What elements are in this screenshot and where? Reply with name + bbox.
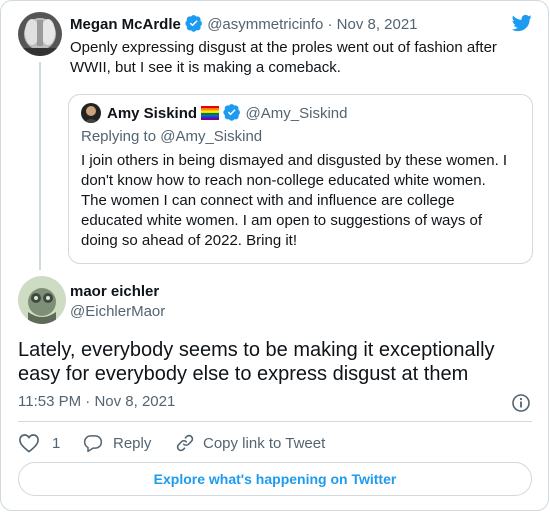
author-handle[interactable]: @asymmetricinfo bbox=[207, 16, 323, 33]
author-name[interactable]: Megan McArdle bbox=[70, 16, 181, 33]
main-tweet-text: Lately, everybody seems to be making it … bbox=[18, 338, 528, 386]
replying-to-handle[interactable]: @Amy_Siskind bbox=[160, 128, 262, 145]
text-line: I join others in being dismayed and disg… bbox=[81, 152, 508, 169]
divider bbox=[18, 421, 532, 422]
reply-button[interactable]: Reply bbox=[83, 432, 151, 454]
twitter-bird-icon[interactable] bbox=[510, 13, 534, 33]
tweet-timestamp[interactable]: 11:53 PM · Nov 8, 2021 bbox=[18, 392, 175, 412]
author-handle[interactable]: @EichlerMaor bbox=[70, 302, 165, 322]
text-line: doing so ahead of 2022. Bring it! bbox=[81, 232, 297, 249]
replying-to: Replying to @Amy_Siskind bbox=[81, 127, 262, 147]
author-name: Amy Siskind bbox=[107, 105, 198, 122]
tweet-date[interactable]: Nov 8, 2021 bbox=[337, 16, 418, 33]
heart-icon bbox=[19, 434, 39, 453]
link-icon bbox=[176, 434, 194, 452]
main-tweet-header: maor eichler @EichlerMaor bbox=[70, 282, 165, 322]
reply-label: Reply bbox=[113, 434, 152, 452]
avatar bbox=[81, 103, 101, 123]
avatar[interactable] bbox=[18, 276, 66, 324]
info-icon[interactable] bbox=[511, 393, 531, 413]
verified-badge-icon bbox=[185, 15, 202, 32]
copy-link-label: Copy link to Tweet bbox=[203, 434, 326, 452]
avatar-icon bbox=[81, 103, 101, 123]
author-name[interactable]: maor eichler bbox=[70, 282, 165, 302]
text-line: Lately, everybody seems to be making it … bbox=[18, 339, 495, 361]
like-count: 1 bbox=[52, 434, 61, 452]
text-line: educated white women. I am open to sugge… bbox=[81, 212, 483, 229]
nested-quote-text: I join others in being dismayed and disg… bbox=[81, 151, 507, 251]
text-line: Openly expressing disgust at the proles … bbox=[70, 39, 497, 56]
quoted-tweet-header: Megan McArdle @asymmetricinfo · Nov 8, 2… bbox=[70, 14, 418, 35]
text-line: easy for everybody else to express disgu… bbox=[18, 363, 469, 385]
nested-quote-header: Amy Siskind @Amy_Siskind bbox=[107, 103, 347, 124]
text-line: WWII, but I see it is making a comeback. bbox=[70, 59, 341, 76]
tweet-time[interactable]: 11:53 PM bbox=[18, 393, 81, 410]
avatar-icon bbox=[18, 276, 66, 324]
like-button[interactable]: 1 bbox=[18, 432, 60, 454]
explore-twitter-button[interactable]: Explore what's happening on Twitter bbox=[18, 462, 532, 496]
separator: · bbox=[327, 16, 333, 33]
verified-badge-icon bbox=[223, 104, 241, 121]
author-handle: @Amy_Siskind bbox=[245, 105, 348, 122]
quoted-tweet-text: Openly expressing disgust at the proles … bbox=[70, 38, 497, 78]
copy-link-button[interactable]: Copy link to Tweet bbox=[175, 432, 325, 454]
separator: · bbox=[85, 393, 91, 410]
avatar-hands-over-face-icon bbox=[18, 12, 62, 56]
thread-connector bbox=[39, 62, 41, 270]
replying-to-prefix: Replying to bbox=[81, 128, 161, 145]
reply-icon bbox=[83, 435, 103, 453]
text-line: don't know how to reach non-college educ… bbox=[81, 172, 486, 189]
rainbow-flag-icon bbox=[201, 106, 220, 120]
text-line: The women I can connect with and influen… bbox=[81, 192, 455, 209]
avatar[interactable] bbox=[18, 12, 62, 56]
tweet-date[interactable]: Nov 8, 2021 bbox=[94, 393, 175, 410]
